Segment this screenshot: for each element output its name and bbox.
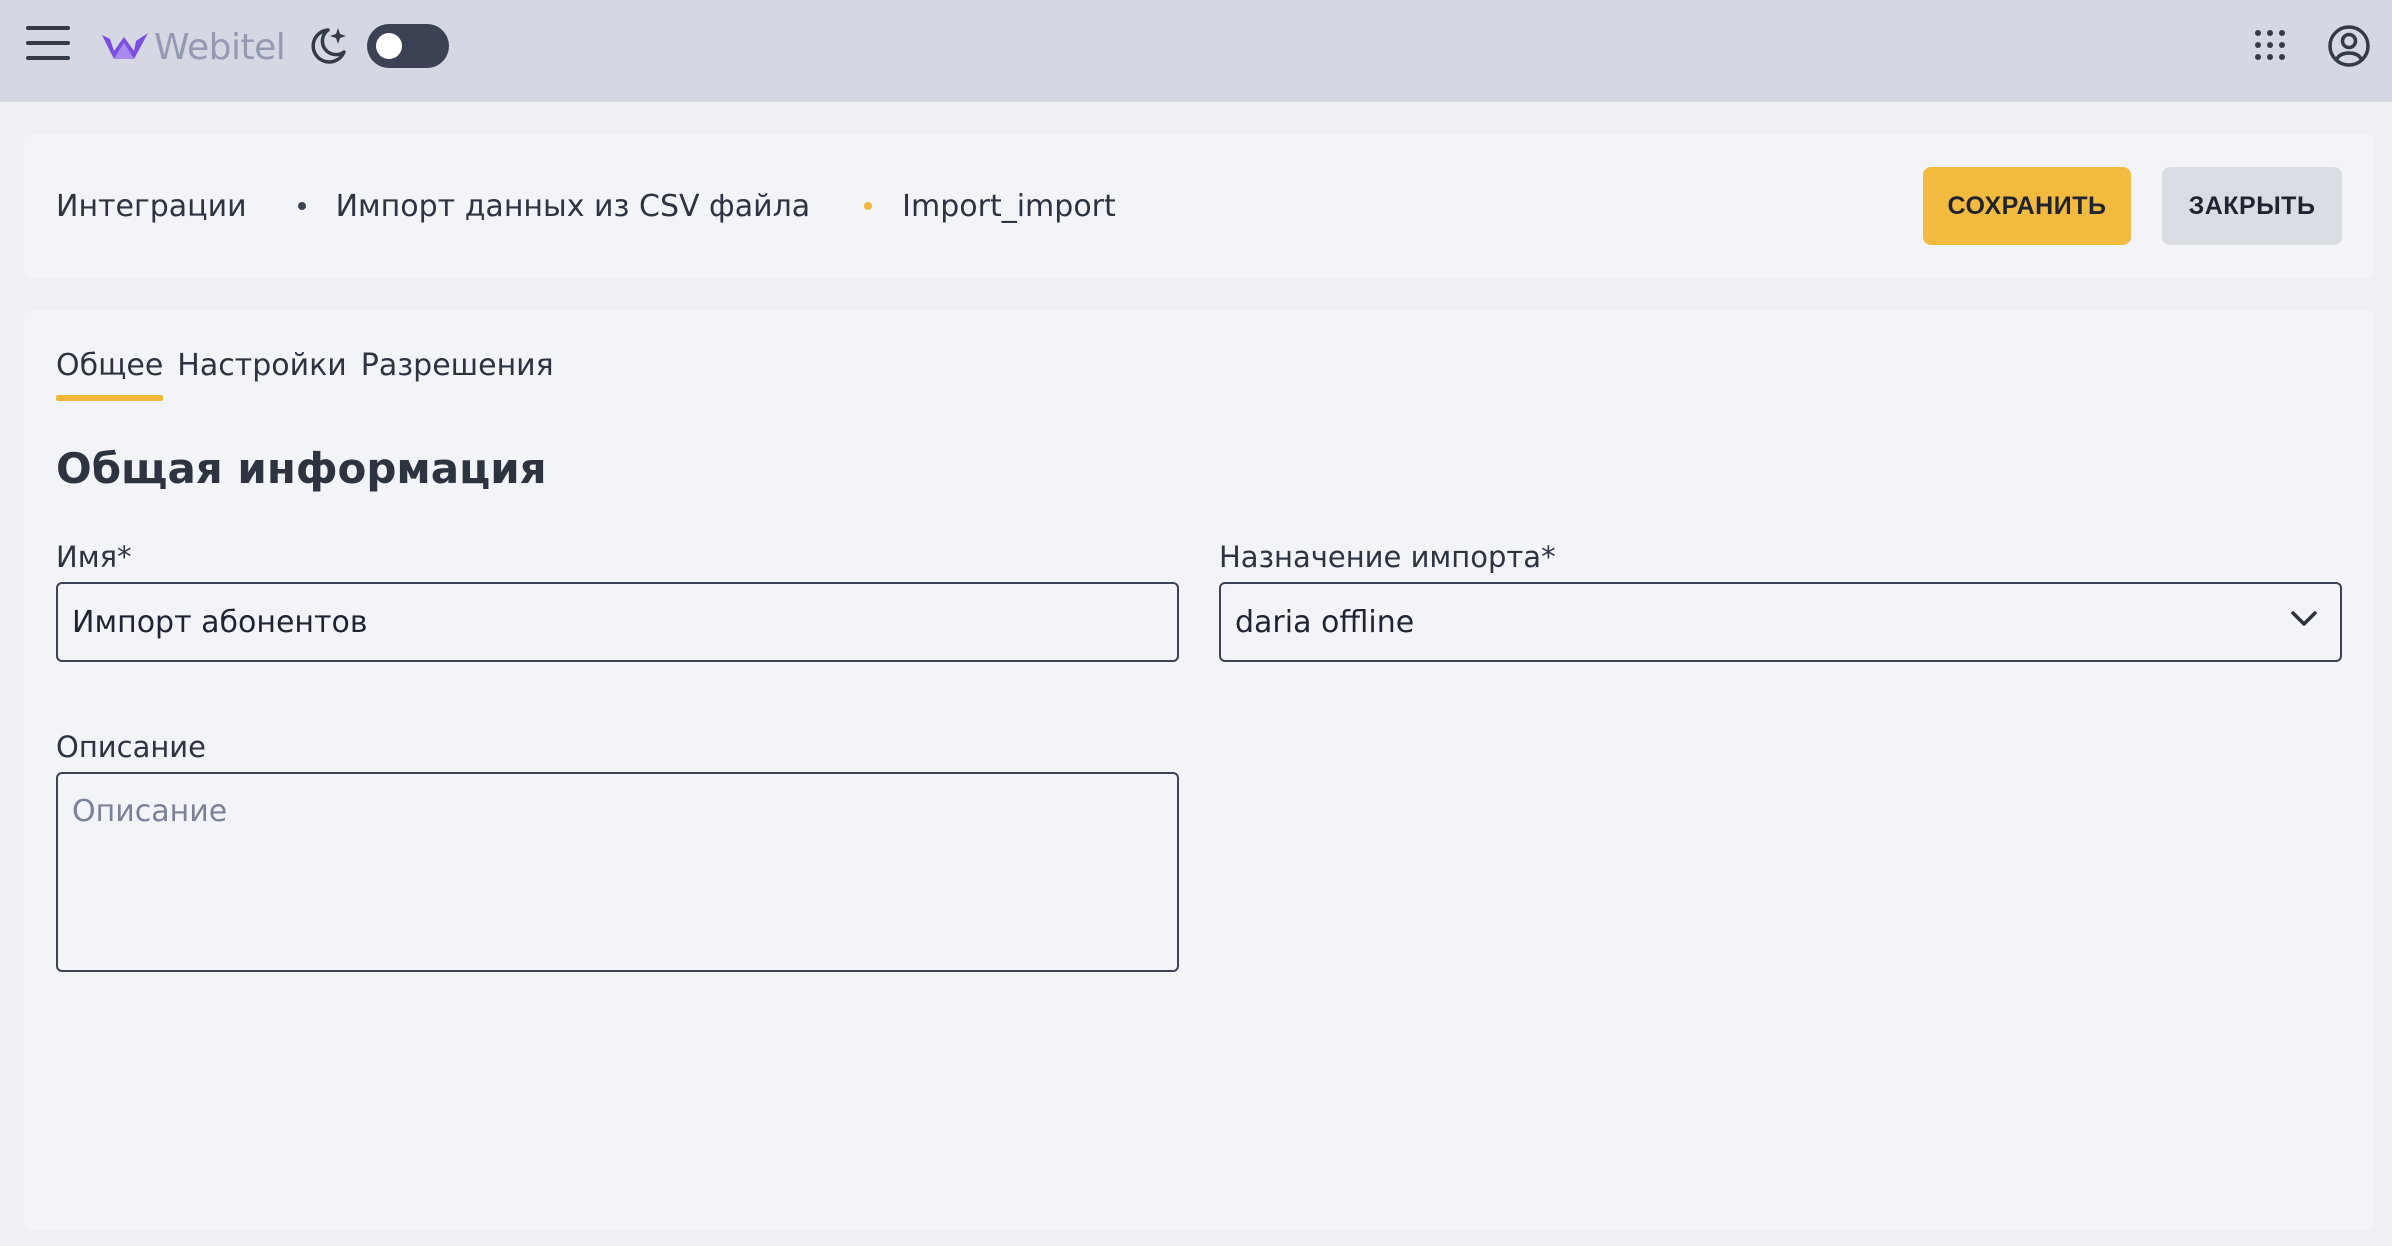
destination-select-value: daria offline [1235, 604, 1415, 640]
webitel-logo-icon [102, 33, 148, 59]
theme-toggle[interactable] [367, 24, 449, 68]
apps-grid-icon[interactable] [2255, 30, 2285, 60]
description-label: Описание [56, 730, 206, 764]
close-button[interactable]: ЗАКРЫТЬ [2162, 167, 2342, 245]
main-content: Общее Настройки Разрешения Общая информа… [24, 310, 2374, 1230]
description-textarea[interactable]: Описание [56, 772, 1179, 972]
description-placeholder: Описание [72, 794, 228, 829]
top-bar: Webitel [0, 0, 2392, 102]
logo-text: Webitel [154, 26, 286, 68]
moon-icon [311, 28, 346, 64]
name-label: Имя* [56, 540, 132, 574]
name-input-value: Импорт абонентов [72, 604, 368, 640]
page-header: Интеграции Импорт данных из CSV файла Im… [24, 134, 2374, 278]
breadcrumb-item-csv-import[interactable]: Импорт данных из CSV файла [336, 189, 811, 224]
breadcrumb-item-integrations[interactable]: Интеграции [56, 189, 247, 224]
breadcrumb-separator-active [864, 202, 873, 210]
tab-bar: Общее Настройки Разрешения [56, 348, 568, 401]
destination-label: Назначение импорта* [1219, 540, 1556, 574]
name-input[interactable]: Импорт абонентов [56, 582, 1179, 662]
save-button[interactable]: СОХРАНИТЬ [1923, 167, 2131, 245]
tab-settings[interactable]: Настройки [177, 348, 346, 401]
destination-select[interactable]: daria offline [1219, 582, 2342, 662]
breadcrumb-separator [297, 202, 306, 210]
account-icon[interactable] [2327, 24, 2371, 68]
breadcrumb-item-current: Import_import [902, 188, 1116, 224]
tab-permissions[interactable]: Разрешения [361, 348, 554, 401]
logo[interactable]: Webitel [100, 22, 286, 72]
menu-icon[interactable] [26, 26, 70, 64]
tab-general[interactable]: Общее [56, 348, 164, 401]
breadcrumb: Интеграции Импорт данных из CSV файла Im… [56, 134, 1116, 278]
section-title: Общая информация [56, 444, 547, 493]
chevron-down-icon [2291, 611, 2317, 626]
toggle-knob [376, 33, 402, 59]
